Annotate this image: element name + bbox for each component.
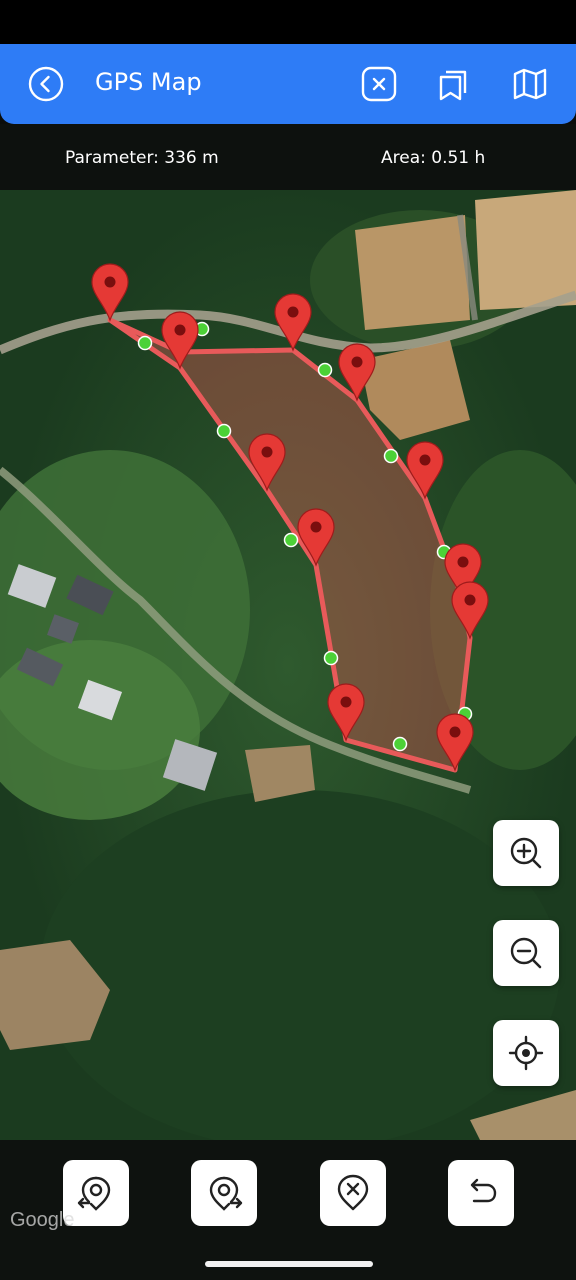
zoom-in-button[interactable]	[493, 820, 559, 886]
end-point-button[interactable]	[191, 1160, 257, 1226]
undo-button[interactable]	[448, 1160, 514, 1226]
midpoint-handle[interactable]	[317, 362, 333, 378]
end-point-icon	[209, 1176, 243, 1211]
clear-icon	[361, 66, 397, 102]
perimeter-label: Parameter: 336 m	[65, 148, 219, 168]
my-location-icon	[508, 1035, 544, 1071]
midpoint-handle[interactable]	[323, 650, 339, 666]
back-button[interactable]	[28, 66, 64, 102]
area-label: Area: 0.51 h	[381, 148, 486, 168]
midpoint-handle[interactable]	[216, 423, 232, 439]
zoom-out-icon	[510, 937, 542, 969]
midpoint-handle[interactable]	[383, 448, 399, 464]
zoom-in-icon	[510, 837, 542, 869]
midpoint-handle[interactable]	[137, 335, 153, 351]
back-arrow-circle-icon	[28, 66, 64, 102]
map-type-icon	[513, 68, 547, 100]
satellite-map[interactable]	[0, 190, 576, 1140]
delete-point-button[interactable]	[320, 1160, 386, 1226]
layers-button[interactable]	[437, 66, 473, 102]
start-point-icon	[77, 1176, 111, 1211]
zoom-out-button[interactable]	[493, 920, 559, 986]
map-type-button[interactable]	[512, 66, 548, 102]
map-attribution: Google	[10, 1209, 75, 1231]
status-bar	[0, 0, 576, 44]
delete-point-icon	[337, 1174, 369, 1211]
clear-button[interactable]	[361, 66, 397, 102]
my-location-button[interactable]	[493, 1020, 559, 1086]
midpoint-handle[interactable]	[392, 736, 408, 752]
layers-icon	[439, 70, 467, 101]
page-title: GPS Map	[95, 68, 202, 96]
map-canvas[interactable]	[0, 190, 576, 1140]
home-indicator[interactable]	[205, 1261, 373, 1267]
bare-soil-patch	[475, 190, 576, 310]
app-header: GPS Map	[0, 44, 576, 124]
undo-icon	[470, 1178, 497, 1203]
bare-soil-patch	[355, 215, 470, 330]
tree-cluster	[40, 790, 560, 1140]
midpoint-handle[interactable]	[283, 532, 299, 548]
measurement-bar: Parameter: 336 m Area: 0.51 h	[0, 124, 576, 190]
